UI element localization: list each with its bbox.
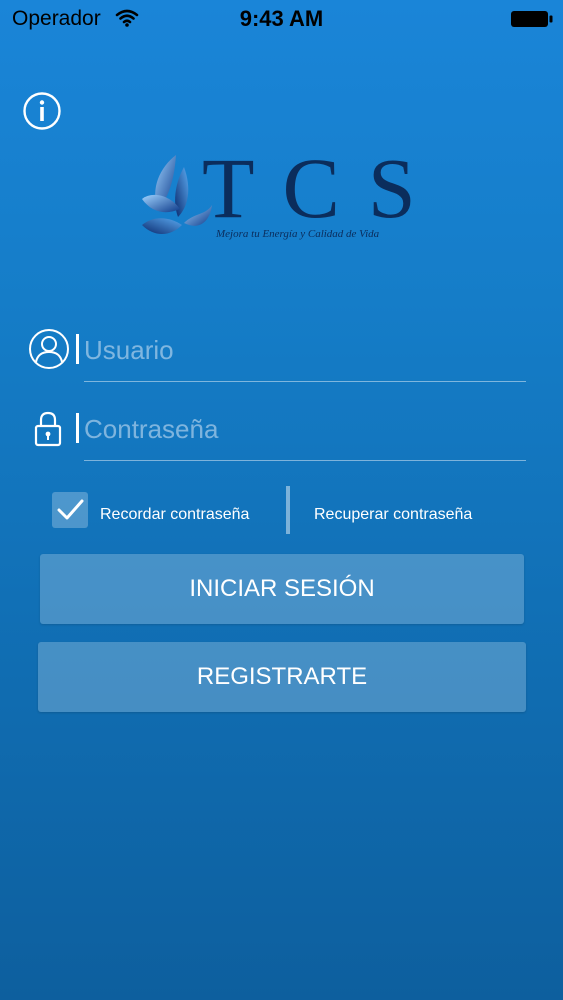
- password-input[interactable]: [84, 407, 524, 451]
- status-bar: Operador 9:43 AM: [0, 0, 563, 40]
- status-time: 9:43 AM: [239, 6, 324, 31]
- info-circle-icon[interactable]: [22, 91, 62, 131]
- checkmark-icon: [57, 499, 84, 520]
- lock-icon: [28, 407, 70, 454]
- register-button[interactable]: REGISTRARTE: [38, 642, 526, 712]
- logo-wordmark: TCS: [202, 140, 444, 236]
- recover-password-link[interactable]: Recuperar contraseña: [314, 506, 472, 524]
- logo-tagline: Mejora tu Energía y Calidad de Vida: [216, 228, 380, 240]
- remember-password-checkbox[interactable]: [52, 492, 88, 528]
- battery-full-icon: [510, 10, 554, 33]
- password-underline: [84, 460, 526, 461]
- username-underline: [84, 381, 526, 382]
- vertical-divider: [286, 486, 290, 534]
- password-field: [28, 407, 526, 467]
- username-input[interactable]: [84, 328, 524, 372]
- user-circle-icon: [28, 328, 70, 375]
- login-button[interactable]: INICIAR SESIÓN: [40, 554, 524, 624]
- username-field: [28, 328, 526, 388]
- text-cursor: [76, 413, 79, 443]
- remember-password-label[interactable]: Recordar contraseña: [100, 506, 249, 524]
- text-cursor: [76, 334, 79, 364]
- tcs-logo: TCS Mejora tu Energía y Calidad de Vida: [136, 145, 436, 250]
